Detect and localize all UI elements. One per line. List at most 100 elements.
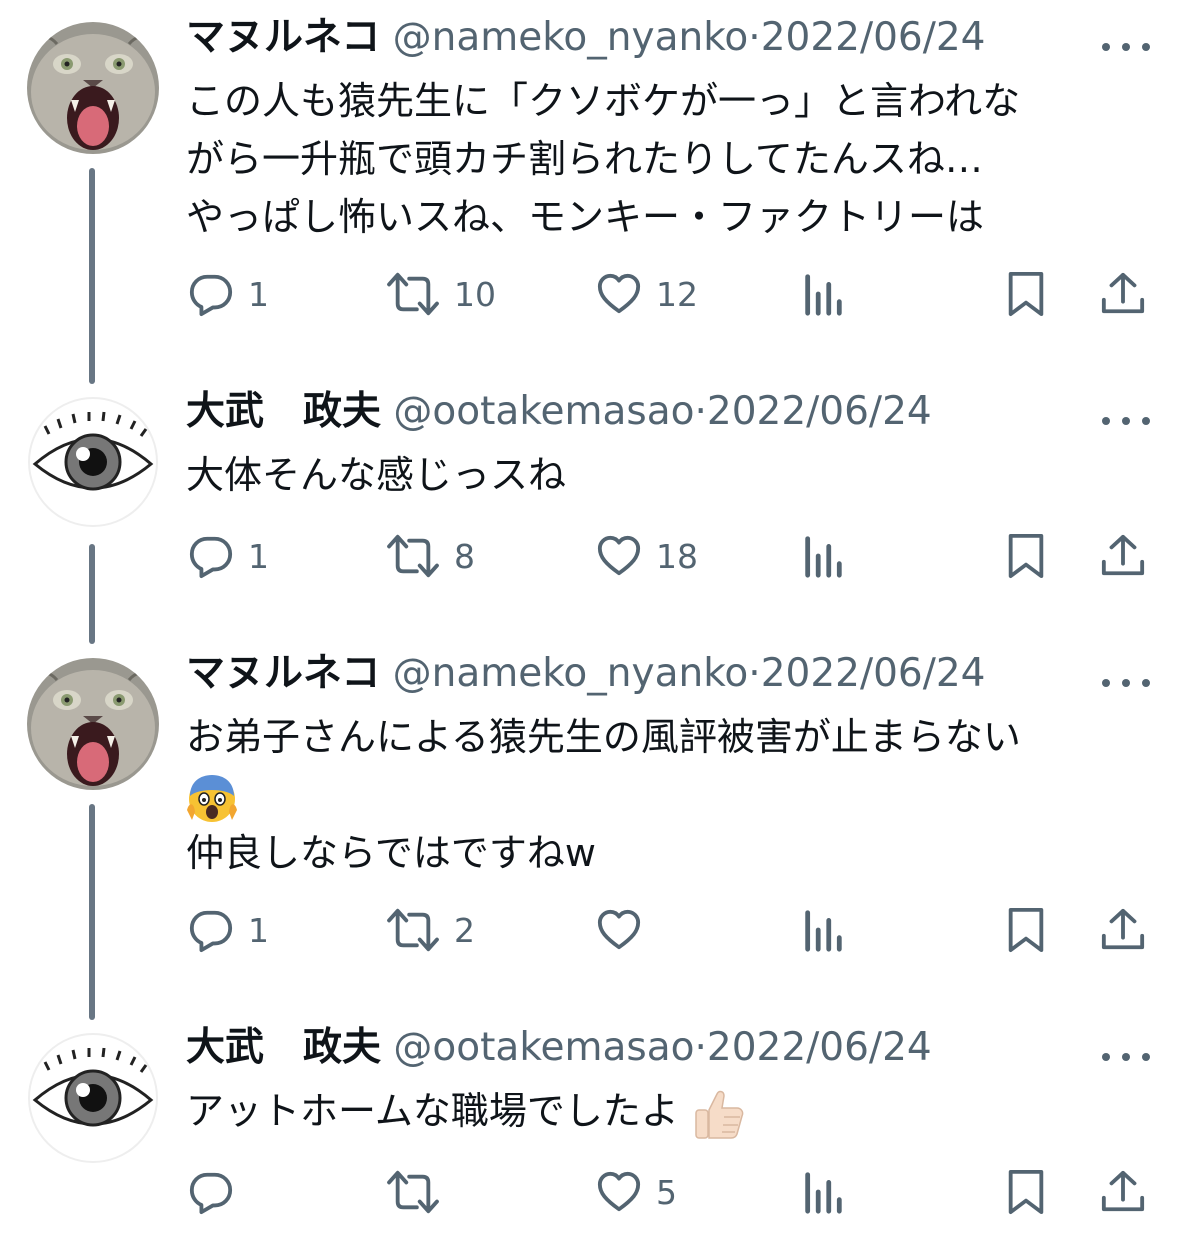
reply-button[interactable]: 1 (188, 264, 269, 324)
tweet-header: 大武 政夫 @ootakemasao·2022/06/24 (186, 382, 932, 442)
heart-icon (596, 907, 642, 953)
user-handle[interactable]: @nameko_nyanko (393, 15, 749, 60)
more-dots-icon[interactable] (1102, 40, 1150, 54)
display-name[interactable]: 大武 政夫 (186, 389, 381, 434)
text-line: アットホームな職場でしたよ (186, 1082, 747, 1142)
bookmark-icon (1006, 271, 1046, 317)
retweet-count: 8 (454, 536, 475, 576)
tweet-header: 大武 政夫 @ootakemasao·2022/06/24 (186, 1018, 932, 1078)
reply-count: 1 (248, 274, 269, 314)
display-name[interactable]: マヌルネコ (186, 15, 380, 60)
action-bar: 1 8 18 (0, 526, 1179, 586)
reply-count: 1 (248, 910, 269, 950)
text-line: 大体そんな感じっスね (186, 453, 567, 497)
share-button[interactable] (1100, 264, 1146, 324)
views-button[interactable] (800, 526, 846, 586)
reply-button[interactable]: 1 (188, 900, 269, 960)
separator-dot: · (748, 15, 761, 60)
tweet[interactable]: マヌルネコ @nameko_nyanko·2022/06/24 この人も猿先生に… (0, 15, 1179, 352)
like-count: 5 (656, 1172, 677, 1212)
share-icon (1100, 1169, 1146, 1215)
tweet[interactable]: 大武 政夫 @ootakemasao·2022/06/24 アットホームな職場で… (0, 1025, 1179, 1242)
share-icon (1100, 907, 1146, 953)
tweet-date[interactable]: 2022/06/24 (761, 651, 986, 696)
action-bar: 1 10 12 (0, 264, 1179, 324)
like-count: 12 (656, 274, 698, 314)
reply-button[interactable] (188, 1162, 248, 1222)
tweet-date[interactable]: 2022/06/24 (707, 389, 932, 434)
more-dots-icon[interactable] (1102, 1050, 1150, 1064)
more-dots-icon[interactable] (1102, 414, 1150, 428)
separator-dot: · (748, 651, 761, 696)
like-count: 18 (656, 536, 698, 576)
tweet[interactable]: マヌルネコ @nameko_nyanko·2022/06/24 お弟子さんによる… (0, 651, 1179, 978)
share-button[interactable] (1100, 900, 1146, 960)
bookmark-button[interactable] (1006, 1162, 1046, 1222)
views-button[interactable] (800, 900, 846, 960)
views-bar-chart-icon (800, 271, 846, 317)
like-button[interactable]: 5 (596, 1162, 677, 1222)
views-bar-chart-icon (800, 533, 846, 579)
share-icon (1100, 533, 1146, 579)
like-button[interactable]: 18 (596, 526, 698, 586)
text-line (186, 766, 1021, 824)
user-handle[interactable]: @ootakemasao (393, 389, 694, 434)
separator-dot: · (694, 1025, 707, 1070)
reply-icon (188, 1169, 234, 1215)
text-line-content: アットホームな職場でしたよ (186, 1089, 679, 1133)
more-dots-icon[interactable] (1102, 676, 1150, 690)
bookmark-icon (1006, 533, 1046, 579)
avatar[interactable] (27, 1032, 159, 1164)
bookmark-icon (1006, 1169, 1046, 1215)
reply-count: 1 (248, 536, 269, 576)
retweet-button[interactable]: 2 (386, 900, 475, 960)
retweet-button[interactable]: 10 (386, 264, 496, 324)
retweet-icon (386, 271, 440, 317)
heart-icon (596, 533, 642, 579)
bookmark-button[interactable] (1006, 900, 1046, 960)
reply-button[interactable]: 1 (188, 526, 269, 586)
tweet-header: マヌルネコ @nameko_nyanko·2022/06/24 (186, 8, 985, 68)
views-button[interactable] (800, 1162, 846, 1222)
tweet-date[interactable]: 2022/06/24 (707, 1025, 932, 1070)
retweet-button[interactable] (386, 1162, 454, 1222)
tweet-date[interactable]: 2022/06/24 (761, 15, 986, 60)
like-button[interactable] (596, 900, 656, 960)
views-bar-chart-icon (800, 907, 846, 953)
tweet[interactable]: 大武 政夫 @ootakemasao·2022/06/24 大体そんな感じっスね… (0, 389, 1179, 606)
separator-dot: · (694, 389, 707, 434)
action-bar: 1 2 (0, 900, 1179, 960)
thumbs-up-emoji (695, 1090, 744, 1139)
share-button[interactable] (1100, 1162, 1146, 1222)
heart-icon (596, 271, 642, 317)
text-line: 仲良しならではですねw (186, 831, 596, 875)
display-name[interactable]: マヌルネコ (186, 651, 380, 696)
text-line: がら一升瓶で頭カチ割られたりしてたんスね… (186, 137, 983, 181)
avatar[interactable] (27, 396, 159, 528)
retweet-count: 10 (454, 274, 496, 314)
text-line: お弟子さんによる猿先生の風評被害が止まらない (186, 715, 1021, 759)
tweet-text: この人も猿先生に「クソボケが一っ」と言われな がら一升瓶で頭カチ割られたりしてた… (186, 72, 1020, 246)
display-name[interactable]: 大武 政夫 (186, 1025, 381, 1070)
bookmark-button[interactable] (1006, 526, 1046, 586)
like-button[interactable]: 12 (596, 264, 698, 324)
reply-icon (188, 533, 234, 579)
user-handle[interactable]: @nameko_nyanko (393, 651, 749, 696)
text-line: この人も猿先生に「クソボケが一っ」と言われな (186, 79, 1021, 123)
tweet-text: お弟子さんによる猿先生の風評被害が止まらない 仲良しならではですねw (186, 708, 1021, 882)
avatar[interactable] (27, 22, 159, 154)
retweet-button[interactable]: 8 (386, 526, 475, 586)
fearful-face-emoji (187, 774, 237, 822)
retweet-icon (386, 533, 440, 579)
share-button[interactable] (1100, 526, 1146, 586)
retweet-count: 2 (454, 910, 475, 950)
retweet-icon (386, 907, 440, 953)
bookmark-button[interactable] (1006, 264, 1046, 324)
reply-icon (188, 907, 234, 953)
bookmark-icon (1006, 907, 1046, 953)
views-bar-chart-icon (800, 1169, 846, 1215)
user-handle[interactable]: @ootakemasao (393, 1025, 694, 1070)
avatar[interactable] (27, 658, 159, 790)
views-button[interactable] (800, 264, 846, 324)
tweet-text: アットホームな職場でしたよ (186, 1082, 747, 1142)
